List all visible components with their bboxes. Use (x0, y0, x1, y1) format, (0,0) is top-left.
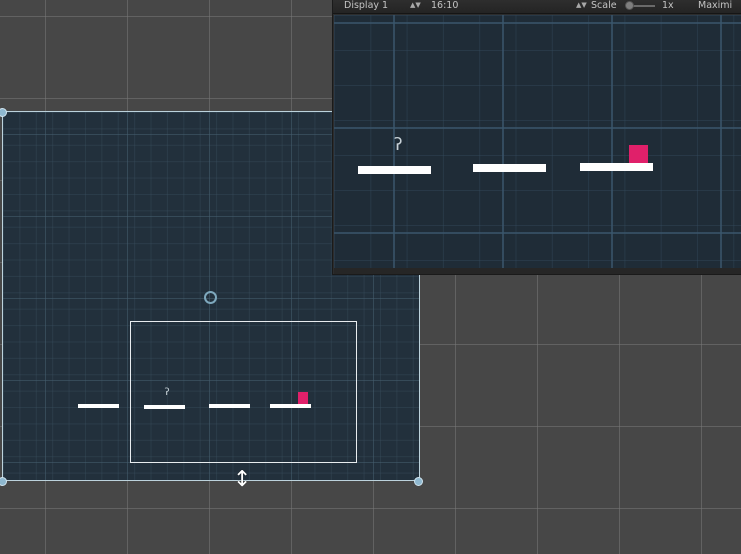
game-view-toolbar: Display 1 ▲▼ 16:10 ▲▼ Scale 1x Maximi (333, 0, 741, 14)
display-dropdown-label[interactable]: Display 1 (344, 0, 388, 13)
rect-handle-bottom-right[interactable] (414, 477, 423, 486)
game-platform-2 (473, 164, 546, 172)
game-platform-3 (580, 163, 653, 171)
scene-platform-1[interactable] (78, 404, 119, 408)
scene-platform-4[interactable] (270, 404, 311, 408)
vertical-resize-cursor-icon: ↕ (233, 467, 252, 492)
game-player-sprite-icon: ʔ (393, 135, 404, 155)
aspect-dropdown-arrow-icon[interactable]: ▲▼ (576, 0, 587, 13)
scene-player-sprite-icon[interactable]: ʔ (164, 388, 170, 398)
maximize-on-play-button[interactable]: Maximi (698, 0, 732, 13)
scale-label: Scale (591, 0, 617, 11)
pivot-circle-icon[interactable] (204, 291, 217, 304)
scene-platform-2[interactable] (144, 405, 185, 409)
scale-slider-knob[interactable] (625, 1, 634, 10)
display-dropdown-arrow-icon[interactable]: ▲▼ (410, 0, 421, 13)
scene-platform-3[interactable] (209, 404, 250, 408)
game-platform-1 (358, 166, 431, 174)
game-view-window: Display 1 ▲▼ 16:10 ▲▼ Scale 1x Maximi ʔ (332, 0, 741, 275)
game-viewport[interactable]: ʔ (334, 15, 741, 268)
game-target-box (629, 145, 648, 163)
game-view-bottom-bar (334, 268, 741, 274)
scale-value: 1x (662, 0, 674, 11)
scene-target-box[interactable] (298, 392, 308, 404)
rect-handle-bottom-left[interactable] (0, 477, 7, 486)
aspect-dropdown-label[interactable]: 16:10 (431, 0, 458, 13)
